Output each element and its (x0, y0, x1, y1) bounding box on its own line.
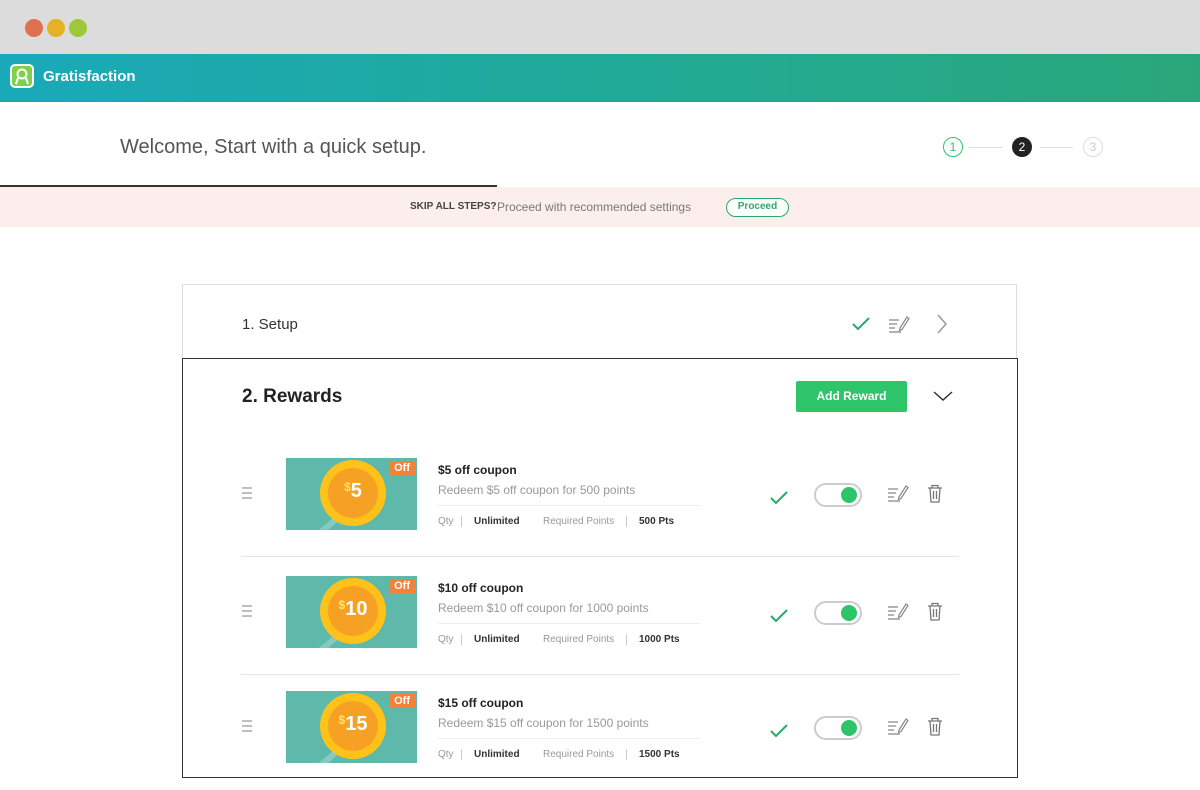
meta-separator (461, 634, 462, 645)
coupon-amount: $10 (328, 598, 378, 621)
required-points-label: Required Points (543, 634, 615, 645)
meta-separator (626, 749, 627, 760)
coupon-image: $10 Off (286, 576, 417, 648)
app-header-bar: Gratisfaction (0, 54, 1200, 102)
trash-icon[interactable] (927, 484, 943, 503)
skip-steps-label: SKIP ALL STEPS? (410, 201, 497, 212)
check-icon (770, 609, 788, 623)
required-points-label: Required Points (543, 516, 615, 527)
step-3-indicator[interactable]: 3 (1083, 137, 1103, 157)
reward-title: $10 off coupon (438, 581, 524, 595)
qty-value: Unlimited (474, 749, 520, 760)
required-points-value: 500 Pts (639, 516, 675, 527)
required-points-label: Required Points (543, 749, 615, 760)
edit-icon[interactable] (887, 602, 909, 620)
coupon-amount-value: 15 (345, 713, 368, 735)
minimize-window-dot[interactable] (47, 19, 65, 37)
edit-icon[interactable] (887, 484, 909, 502)
brand-logo-icon (10, 64, 34, 88)
reward-row: $10 Off $10 off coupon Redeem $10 off co… (241, 557, 959, 675)
step-connector (969, 147, 1002, 148)
coupon-coin-inner: $15 (328, 701, 378, 751)
rewards-panel: 2. Rewards Add Reward $5 Off $5 off coup… (182, 358, 1018, 778)
rewards-panel-title: 2. Rewards (242, 386, 343, 407)
coupon-coin-inner: $5 (328, 468, 378, 518)
meta-separator (626, 634, 627, 645)
coupon-image: $5 Off (286, 458, 417, 530)
step-2-indicator[interactable]: 2 (1012, 137, 1032, 157)
brand-name: Gratisfaction (43, 68, 136, 85)
required-points-value: 1000 Pts (639, 634, 680, 645)
reward-enabled-toggle[interactable] (814, 483, 862, 507)
check-icon (770, 724, 788, 738)
edit-icon[interactable] (888, 315, 910, 333)
qty-value: Unlimited (474, 516, 520, 527)
coupon-off-badge: Off (389, 461, 415, 475)
coupon-amount: $5 (328, 480, 378, 503)
chevron-down-icon[interactable] (932, 389, 954, 403)
qty-label: Qty (438, 749, 454, 760)
qty-label: Qty (438, 634, 454, 645)
reward-row: $5 Off $5 off coupon Redeem $5 off coupo… (241, 439, 959, 557)
reward-description: Redeem $10 off coupon for 1000 points (438, 601, 649, 615)
trash-icon[interactable] (927, 717, 943, 736)
chevron-right-icon[interactable] (935, 313, 949, 335)
reward-description: Redeem $5 off coupon for 500 points (438, 483, 636, 497)
qty-label: Qty (438, 516, 454, 527)
maximize-window-dot[interactable] (69, 19, 87, 37)
edit-icon[interactable] (887, 717, 909, 735)
close-window-dot[interactable] (25, 19, 43, 37)
toggle-knob (841, 605, 857, 621)
step-1-indicator[interactable]: 1 (943, 137, 963, 157)
coupon-coin: $15 (320, 693, 386, 759)
drag-handle-icon[interactable] (241, 604, 253, 618)
add-reward-button[interactable]: Add Reward (796, 381, 907, 412)
reward-description: Redeem $15 off coupon for 1500 points (438, 716, 649, 730)
toggle-knob (841, 720, 857, 736)
reward-enabled-toggle[interactable] (814, 601, 862, 625)
coupon-off-badge: Off (389, 694, 415, 708)
coupon-off-badge: Off (389, 579, 415, 593)
toggle-knob (841, 487, 857, 503)
coupon-image: $15 Off (286, 691, 417, 763)
drag-handle-icon[interactable] (241, 719, 253, 733)
setup-panel[interactable]: 1. Setup (182, 284, 1017, 364)
skip-steps-text: Proceed with recommended settings (497, 200, 692, 214)
coupon-coin: $10 (320, 578, 386, 644)
trash-icon[interactable] (927, 602, 943, 621)
meta-separator (626, 516, 627, 527)
setup-header: Welcome, Start with a quick setup. 1 2 3 (0, 102, 1200, 187)
coupon-amount: $15 (328, 713, 378, 736)
drag-handle-icon[interactable] (241, 486, 253, 500)
reward-divider (438, 623, 700, 624)
coupon-coin-inner: $10 (328, 586, 378, 636)
skip-steps-bar: SKIP ALL STEPS? Proceed with recommended… (0, 187, 1200, 227)
reward-divider (438, 505, 700, 506)
required-points-value: 1500 Pts (639, 749, 680, 760)
reward-divider (438, 738, 700, 739)
browser-titlebar (0, 0, 1200, 54)
reward-row: $15 Off $15 off coupon Redeem $15 off co… (241, 672, 959, 790)
page-title: Welcome, Start with a quick setup. (120, 136, 427, 158)
coupon-dollar-sign: $ (344, 480, 351, 494)
coupon-amount-value: 10 (345, 598, 368, 620)
check-icon (770, 491, 788, 505)
qty-value: Unlimited (474, 634, 520, 645)
reward-enabled-toggle[interactable] (814, 716, 862, 740)
coupon-amount-value: 5 (350, 480, 362, 502)
step-connector (1040, 147, 1073, 148)
reward-title: $15 off coupon (438, 696, 524, 710)
reward-title: $5 off coupon (438, 463, 517, 477)
meta-separator (461, 749, 462, 760)
proceed-button[interactable]: Proceed (726, 198, 789, 217)
meta-separator (461, 516, 462, 527)
coupon-coin: $5 (320, 460, 386, 526)
setup-panel-title: 1. Setup (242, 316, 298, 333)
check-icon (852, 317, 870, 331)
